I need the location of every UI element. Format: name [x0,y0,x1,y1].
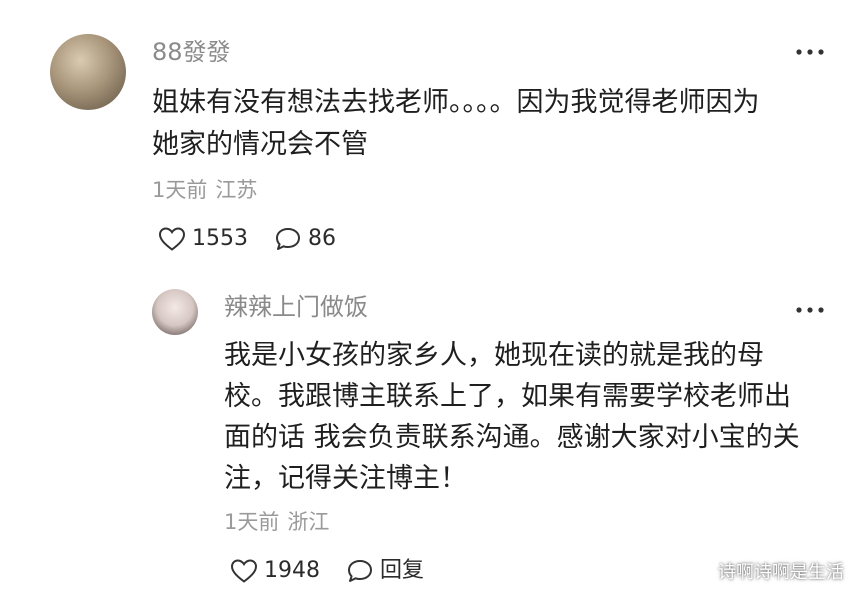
comment-meta: 1天前 江苏 [152,176,257,204]
reply-label: 回复 [380,558,425,583]
like-button[interactable]: 1948 [230,557,320,585]
heart-outline-icon [158,227,186,251]
reply-location: 浙江 [287,510,330,534]
watermark: 诗啊诗啊是生活 [718,562,844,583]
replier-avatar[interactable] [152,289,198,335]
comment-text-line: 姐妹有没有想法去找老师。。。。因为我觉得老师因为 [152,87,760,118]
commenter-avatar[interactable] [50,34,126,110]
comment-location: 江苏 [215,178,258,202]
speech-bubble-icon [348,560,372,582]
reply-meta: 1天前 浙江 [224,508,329,536]
reply-text-line: 注，记得关注博主！ [224,463,467,494]
like-count: 1553 [192,226,248,251]
comment-time: 1天前 [152,178,208,202]
reply-text-line: 校。我跟博主联系上了，如果有需要学校老师出 [224,381,791,412]
more-options-icon[interactable] [795,48,825,56]
speech-bubble-icon [276,228,300,250]
reply-button[interactable]: 回复 [346,557,424,585]
more-options-icon[interactable] [795,306,825,314]
comment-replies-button[interactable]: 86 [274,225,336,253]
reply-text-line: 面的话 我会负责联系沟通。感谢大家对小宝的关 [224,422,800,453]
comment-text-line: 她家的情况会不管 [152,129,368,160]
reply-time: 1天前 [224,510,280,534]
comment-text: 姐妹有没有想法去找老师。。。。因为我觉得老师因为 她家的情况会不管 [152,82,760,166]
commenter-username[interactable]: 88發發 [152,37,231,67]
like-count: 1948 [264,558,320,583]
reply-text-line: 我是小女孩的家乡人，她现在读的就是我的母 [224,340,764,371]
reply-count: 86 [308,226,336,251]
heart-outline-icon [230,559,258,583]
reply-text: 我是小女孩的家乡人，她现在读的就是我的母 校。我跟博主联系上了，如果有需要学校老… [224,335,800,499]
like-button[interactable]: 1553 [158,225,248,253]
replier-username[interactable]: 辣辣上门做饭 [224,292,368,322]
